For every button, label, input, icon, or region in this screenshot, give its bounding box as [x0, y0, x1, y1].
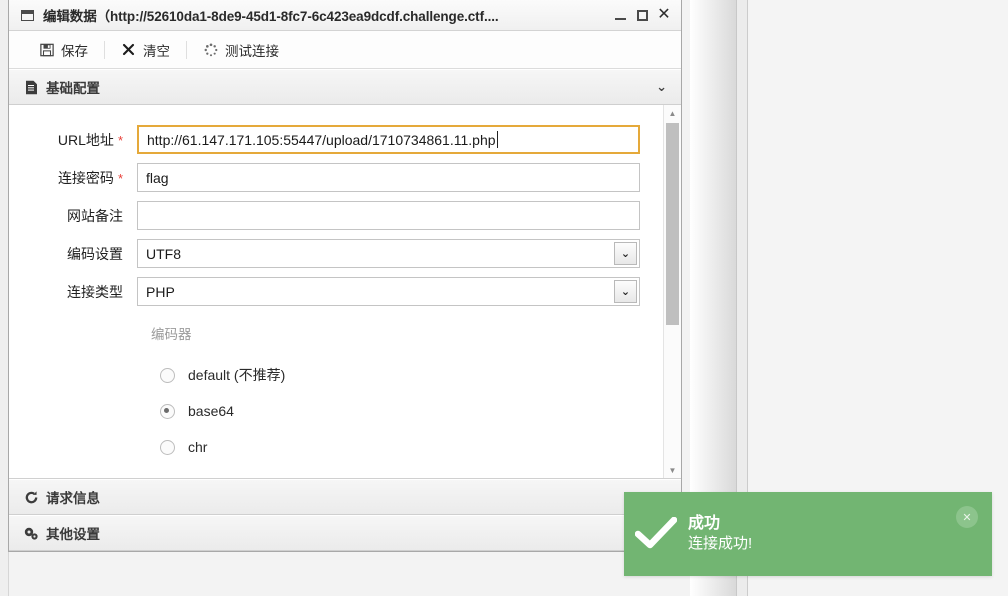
- close-button[interactable]: ✕: [653, 4, 675, 26]
- section-header-other-settings[interactable]: 其他设置: [9, 515, 681, 551]
- toast-title: 成功: [688, 515, 721, 533]
- section-title-request-info: 请求信息: [46, 491, 100, 506]
- form-row-url: URL地址 * http://61.147.171.105:55447/uploa…: [9, 121, 663, 158]
- section-title-other-settings: 其他设置: [46, 527, 100, 542]
- save-label: 保存: [61, 43, 88, 59]
- password-field-wrap: flag: [137, 163, 640, 192]
- form-row-password: 连接密码 * flag: [9, 159, 663, 196]
- conn-type-label: 连接类型: [67, 283, 123, 300]
- gears-icon: [23, 526, 39, 541]
- clear-button[interactable]: 清空: [105, 37, 186, 63]
- encoding-label: 编码设置: [67, 245, 123, 262]
- basic-config-panel: URL地址 * http://61.147.171.105:55447/uploa…: [9, 105, 681, 479]
- conn-type-select-value: PHP: [146, 283, 175, 300]
- section-title-basic-config: 基础配置: [46, 81, 100, 96]
- window-title: 编辑数据（http://52610da1-8de9-45d1-8fc7-6c42…: [43, 9, 499, 24]
- form-row-note: 网站备注: [9, 197, 663, 234]
- test-connection-button[interactable]: 测试连接: [187, 37, 295, 63]
- spinner-icon: [203, 42, 218, 57]
- encoder-group: 编码器 default (不推荐) base64 chr: [9, 311, 663, 465]
- check-icon: [624, 517, 688, 551]
- password-input[interactable]: flag: [137, 163, 640, 192]
- radio-label-default: default (不推荐): [188, 367, 286, 383]
- radio-option-chr[interactable]: chr: [151, 429, 663, 465]
- note-field-wrap: [137, 201, 640, 230]
- url-input-value: http://61.147.171.105:55447/upload/17107…: [147, 131, 496, 148]
- radio-label-base64: base64: [188, 403, 234, 419]
- scrollbar-thumb[interactable]: [666, 123, 679, 325]
- encoding-select[interactable]: UTF8 ⌄: [137, 239, 640, 268]
- radio-icon[interactable]: [160, 439, 175, 455]
- toast-message: 连接成功!: [688, 535, 753, 553]
- save-button[interactable]: 保存: [23, 37, 104, 63]
- toast-close-button[interactable]: ✕: [956, 506, 978, 528]
- maximize-button[interactable]: [631, 4, 653, 26]
- conn-type-select[interactable]: PHP ⌄: [137, 277, 640, 306]
- window-icon: [21, 9, 34, 21]
- url-field-wrap: http://61.147.171.105:55447/upload/17107…: [137, 125, 640, 154]
- radio-label-chr: chr: [188, 439, 208, 455]
- encoding-field-wrap: UTF8 ⌄: [137, 239, 640, 268]
- test-connection-label: 测试连接: [225, 43, 279, 59]
- chevron-down-icon[interactable]: ⌄: [614, 242, 637, 265]
- chevron-down-icon[interactable]: ⌄: [614, 280, 637, 303]
- minimize-button[interactable]: [609, 4, 631, 26]
- form-row-conn-type: 连接类型 PHP ⌄: [9, 273, 663, 310]
- password-label: 连接密码 *: [57, 169, 123, 186]
- text-caret: [496, 131, 498, 148]
- toast-body: 成功 连接成功!: [688, 514, 956, 554]
- dialog-body: 基础配置 ⌄ URL地址 * http://61.147.171.105:5544…: [9, 69, 681, 551]
- encoder-group-title: 编码器: [151, 327, 192, 342]
- floppy-disk-icon: [39, 42, 54, 57]
- radio-option-base64[interactable]: base64: [151, 393, 663, 429]
- scroll-down-arrow-icon[interactable]: ▼: [664, 462, 681, 478]
- password-input-value: flag: [146, 169, 169, 186]
- titlebar[interactable]: 编辑数据（http://52610da1-8de9-45d1-8fc7-6c42…: [9, 0, 681, 31]
- close-icon: ✕: [657, 6, 671, 23]
- encoding-select-value: UTF8: [146, 245, 181, 262]
- note-input[interactable]: [137, 201, 640, 230]
- radio-icon-selected[interactable]: [160, 403, 175, 419]
- radio-option-default[interactable]: default (不推荐): [151, 357, 663, 393]
- edit-data-dialog: 编辑数据（http://52610da1-8de9-45d1-8fc7-6c42…: [8, 0, 682, 552]
- clear-label: 清空: [143, 43, 170, 59]
- conn-type-field-wrap: PHP ⌄: [137, 277, 640, 306]
- form-row-encoding: 编码设置 UTF8 ⌄: [9, 235, 663, 272]
- scroll-up-arrow-icon[interactable]: ▲: [664, 105, 681, 121]
- form-content: URL地址 * http://61.147.171.105:55447/uploa…: [9, 105, 663, 478]
- refresh-icon: [23, 490, 39, 505]
- section-header-basic-config[interactable]: 基础配置 ⌄: [9, 69, 681, 105]
- success-toast: 成功 连接成功! ✕: [624, 492, 992, 576]
- url-label: URL地址 *: [57, 131, 123, 148]
- chevron-down-icon[interactable]: ⌄: [656, 79, 667, 95]
- section-header-request-info[interactable]: 请求信息: [9, 479, 681, 515]
- radio-icon[interactable]: [160, 367, 175, 383]
- required-marker: *: [117, 132, 123, 148]
- note-label: 网站备注: [67, 207, 123, 224]
- cross-icon: [121, 42, 136, 57]
- toolbar: 保存 清空 测试连接: [9, 31, 681, 69]
- required-marker: *: [117, 170, 123, 186]
- document-icon: [23, 80, 39, 95]
- vertical-scrollbar[interactable]: ▲ ▼: [663, 105, 681, 478]
- url-input[interactable]: http://61.147.171.105:55447/upload/17107…: [137, 125, 640, 154]
